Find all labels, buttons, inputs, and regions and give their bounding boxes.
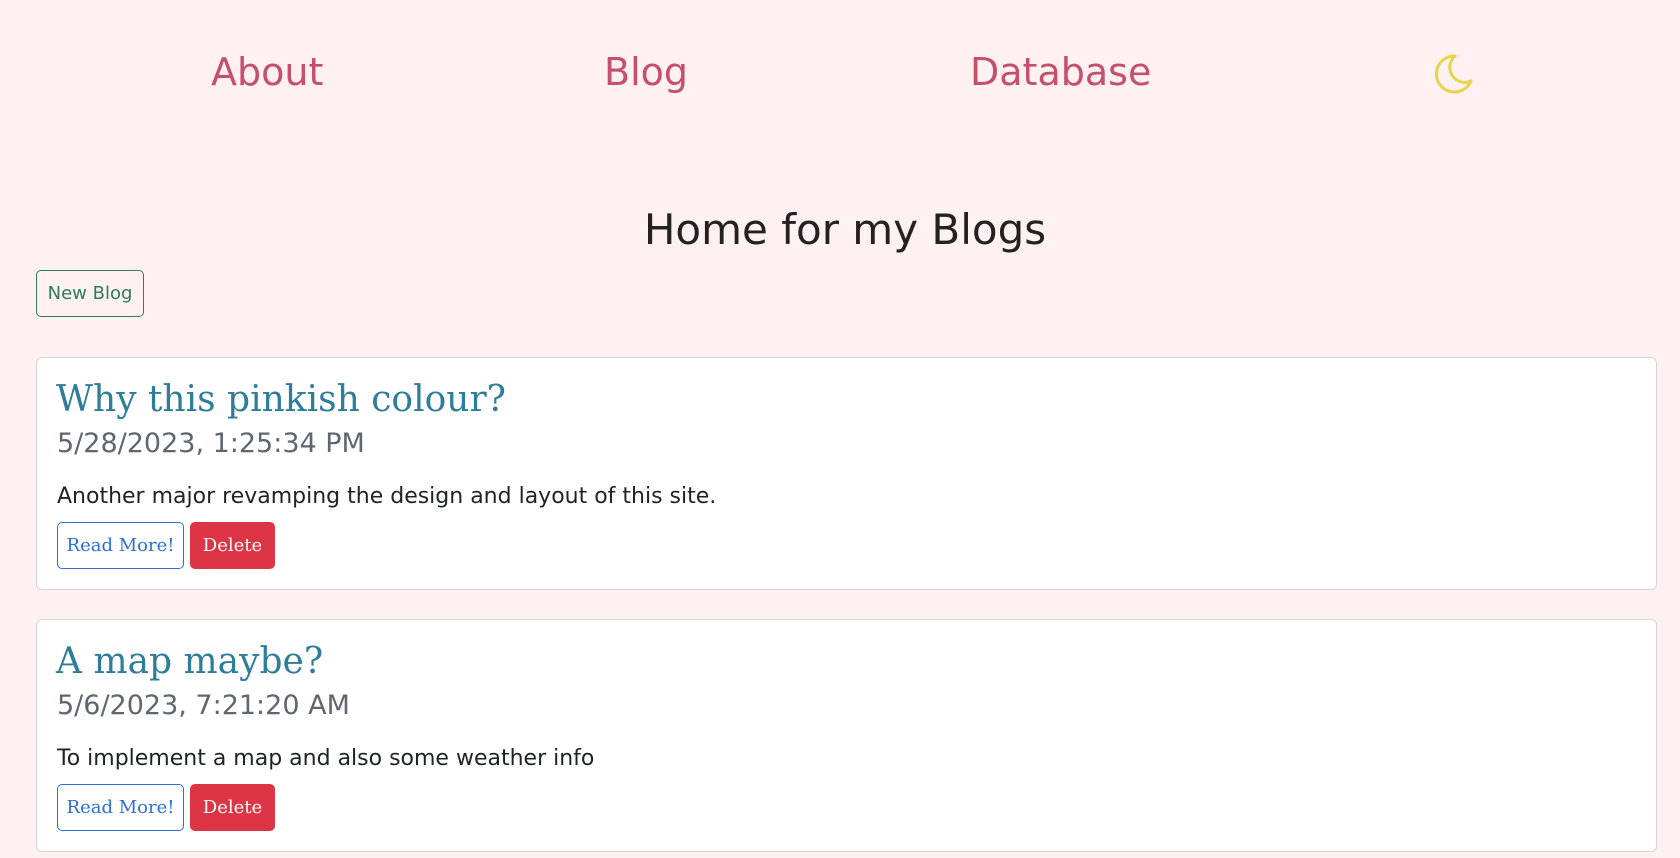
blog-date: 5/28/2023, 1:25:34 PM <box>57 428 365 459</box>
nav-link-blog[interactable]: Blog <box>604 44 688 100</box>
blog-title: A map maybe? <box>56 641 324 682</box>
blog-card: A map maybe? 5/6/2023, 7:21:20 AM To imp… <box>36 619 1657 852</box>
moon-icon[interactable] <box>1428 51 1474 97</box>
read-more-button[interactable]: Read More! <box>57 784 184 831</box>
nav-link-about[interactable]: About <box>211 44 323 100</box>
blog-card: Why this pinkish colour? 5/28/2023, 1:25… <box>36 357 1657 590</box>
page-title: Home for my Blogs <box>643 205 1047 254</box>
read-more-button[interactable]: Read More! <box>57 522 184 569</box>
blog-date: 5/6/2023, 7:21:20 AM <box>57 690 350 721</box>
blog-summary: Another major revamping the design and l… <box>57 484 717 509</box>
blog-title: Why this pinkish colour? <box>56 379 506 420</box>
delete-button[interactable]: Delete <box>190 522 275 569</box>
new-blog-button[interactable]: New Blog <box>36 270 144 317</box>
top-nav: About Blog Database <box>0 0 1680 150</box>
nav-link-database[interactable]: Database <box>970 44 1151 100</box>
delete-button[interactable]: Delete <box>190 784 275 831</box>
blog-summary: To implement a map and also some weather… <box>57 746 595 771</box>
